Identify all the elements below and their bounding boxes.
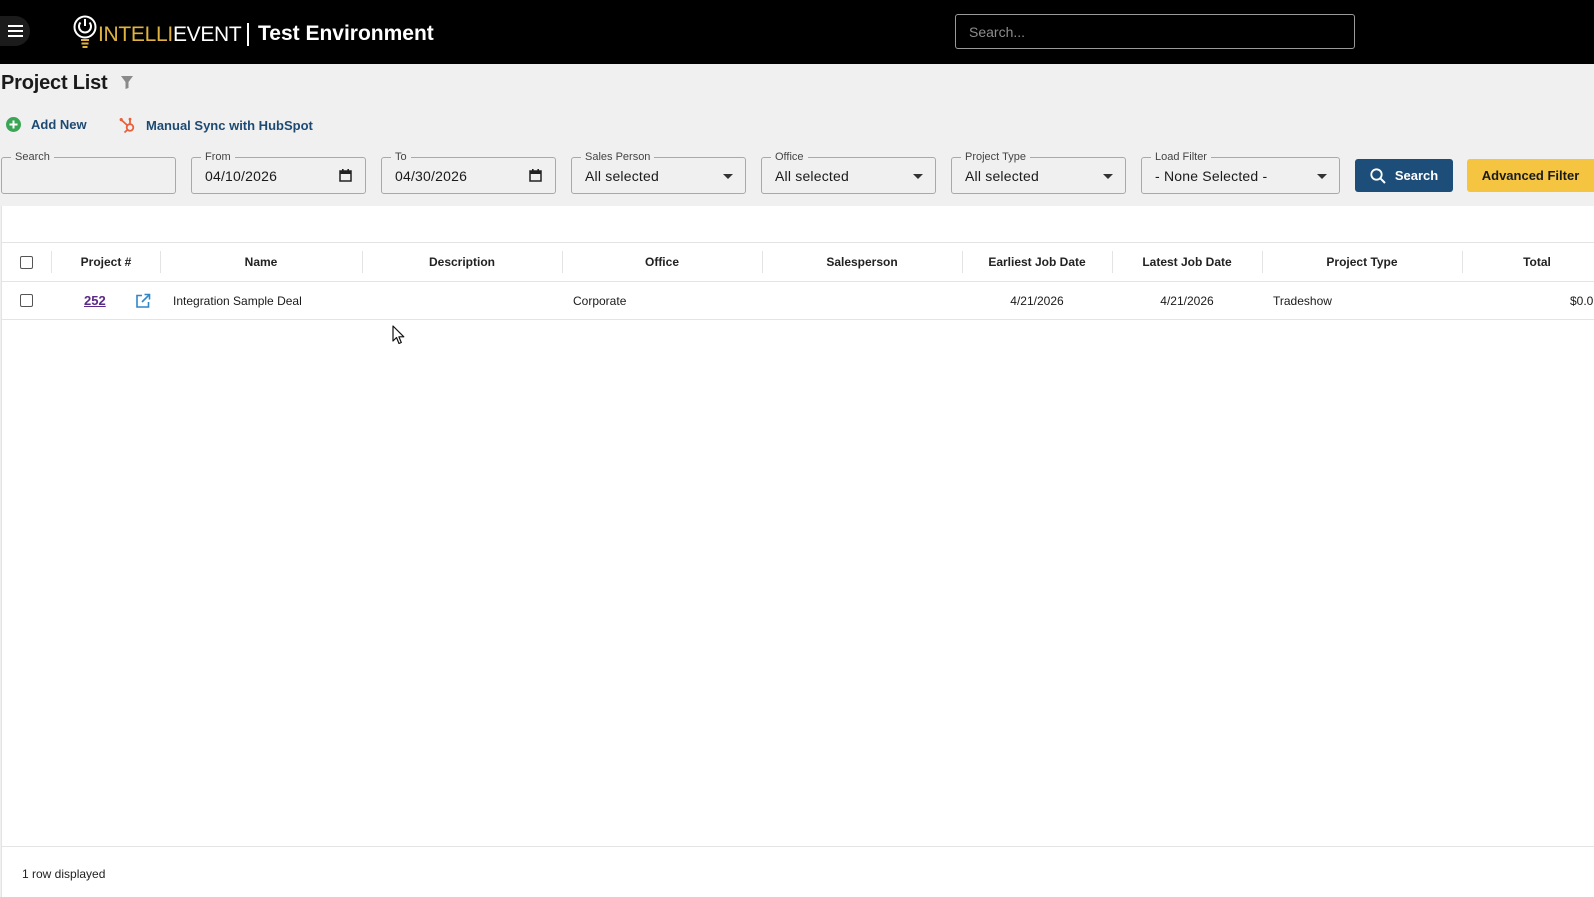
- top-bar: INTELLIEVENT Test Environment: [0, 0, 1594, 64]
- row-checkbox[interactable]: [20, 294, 33, 307]
- project-number-link[interactable]: 252: [84, 293, 106, 308]
- project-grid: Project # Name Description Office Salesp…: [1, 206, 1594, 897]
- project-type-label: Project Type: [961, 150, 1030, 164]
- to-date-label: To: [391, 150, 411, 164]
- latest-job-date-cell: 4/21/2026: [1160, 293, 1214, 308]
- from-date-value: 04/10/2026: [205, 168, 278, 184]
- column-header-project-no[interactable]: Project #: [52, 243, 160, 281]
- from-date-label: From: [201, 150, 235, 164]
- intellievent-logo[interactable]: INTELLIEVENT: [72, 13, 242, 51]
- open-external-icon[interactable]: [135, 293, 151, 309]
- search-button-label: Search: [1394, 168, 1439, 183]
- chevron-down-icon[interactable]: [1103, 174, 1113, 179]
- from-date-field[interactable]: From 04/10/2026: [191, 150, 366, 194]
- column-header-name[interactable]: Name: [160, 243, 362, 281]
- column-header-description[interactable]: Description: [362, 243, 562, 281]
- chevron-down-icon[interactable]: [913, 174, 923, 179]
- project-type-select[interactable]: Project Type All selected: [951, 150, 1126, 194]
- advanced-filter-button[interactable]: Advanced Filter: [1467, 159, 1594, 192]
- calendar-icon[interactable]: [529, 169, 542, 182]
- load-filter-select[interactable]: Load Filter - None Selected -: [1141, 150, 1340, 194]
- office-select[interactable]: Office All selected: [761, 150, 936, 194]
- environment-divider: [247, 22, 249, 46]
- project-type-value: All selected: [965, 168, 1039, 184]
- environment-text: Test Environment: [258, 22, 434, 45]
- select-all-checkbox[interactable]: [20, 255, 33, 269]
- column-header-total[interactable]: Total: [1462, 243, 1594, 281]
- sales-person-label: Sales Person: [581, 150, 655, 164]
- load-filter-label: Load Filter: [1151, 150, 1211, 164]
- column-header-salesperson[interactable]: Salesperson: [762, 243, 962, 281]
- office-label: Office: [771, 150, 808, 164]
- search-button[interactable]: Search: [1355, 159, 1453, 192]
- column-header-project-type[interactable]: Project Type: [1262, 243, 1462, 281]
- filter-icon[interactable]: [121, 76, 133, 89]
- column-header-office[interactable]: Office: [562, 243, 762, 281]
- select-all-checkbox-cell: [20, 243, 33, 281]
- earliest-job-date-cell: 4/21/2026: [1010, 293, 1064, 308]
- sales-person-select[interactable]: Sales Person All selected: [571, 150, 746, 194]
- logo-text-accent: INTELLI: [98, 23, 173, 46]
- grid-footer: 1 row displayed: [2, 846, 1594, 897]
- office-cell: Corporate: [573, 293, 627, 308]
- add-new-button[interactable]: Add New: [6, 117, 87, 132]
- page-title: Project List: [1, 72, 108, 94]
- office-value: All selected: [775, 168, 849, 184]
- hubspot-sync-label: Manual Sync with HubSpot: [146, 118, 313, 133]
- load-filter-value: - None Selected -: [1155, 168, 1268, 184]
- chevron-down-icon[interactable]: [723, 174, 733, 179]
- environment-label: Test Environment: [247, 22, 434, 46]
- row-count-text: 1 row displayed: [22, 867, 106, 881]
- column-header-latest-job-date[interactable]: Latest Job Date: [1112, 243, 1262, 281]
- project-name-cell: Integration Sample Deal: [173, 293, 302, 308]
- open-external-cell: [135, 282, 151, 319]
- to-date-value: 04/30/2026: [395, 168, 468, 184]
- plus-circle-icon: [6, 117, 21, 132]
- project-type-cell: Tradeshow: [1273, 293, 1332, 308]
- lightbulb-power-icon: [72, 13, 98, 51]
- table-row[interactable]: 252 Integration Sample Deal Corporate 4/…: [2, 282, 1594, 320]
- column-header-earliest-job-date[interactable]: Earliest Job Date: [962, 243, 1112, 281]
- to-date-field[interactable]: To 04/30/2026: [381, 150, 556, 194]
- chevron-down-icon[interactable]: [1317, 174, 1327, 179]
- hamburger-icon[interactable]: [0, 16, 30, 46]
- total-cell: $0.0: [1570, 293, 1594, 308]
- global-search-input[interactable]: [955, 14, 1355, 49]
- add-new-label: Add New: [31, 117, 87, 132]
- search-filter-label: Search: [11, 150, 54, 164]
- project-number-cell: 252: [84, 282, 106, 319]
- calendar-icon[interactable]: [339, 169, 352, 182]
- search-filter-field[interactable]: Search: [1, 150, 176, 194]
- hubspot-icon: [119, 117, 135, 134]
- row-checkbox-cell: [20, 282, 33, 319]
- search-icon: [1370, 167, 1386, 184]
- table-header: Project # Name Description Office Salesp…: [2, 242, 1594, 282]
- hubspot-sync-button[interactable]: Manual Sync with HubSpot: [119, 117, 313, 134]
- logo-text-main: EVENT: [172, 23, 242, 46]
- sales-person-value: All selected: [585, 168, 659, 184]
